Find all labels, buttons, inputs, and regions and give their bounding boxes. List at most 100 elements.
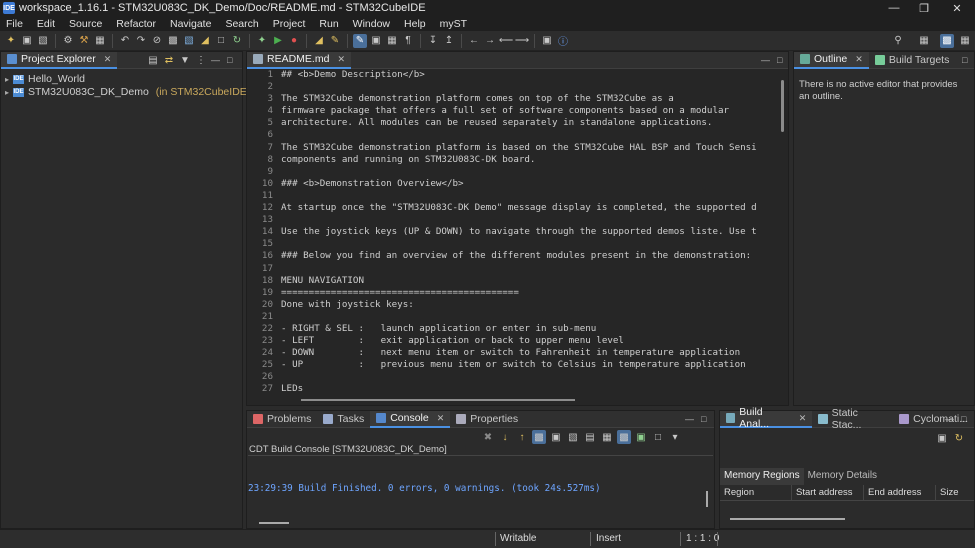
close-icon[interactable]: ✕ bbox=[855, 54, 863, 65]
close-icon[interactable]: ✕ bbox=[104, 54, 112, 65]
new-console-icon[interactable]: ▣ bbox=[634, 430, 648, 444]
menu-search[interactable]: Search bbox=[219, 18, 266, 30]
minimize-view-icon[interactable]: — bbox=[945, 414, 954, 424]
show-whitespace-icon[interactable]: ▦ bbox=[385, 34, 399, 48]
code-line[interactable] bbox=[281, 263, 772, 275]
word-wrap-icon[interactable]: ▤ bbox=[583, 430, 597, 444]
code-line[interactable]: firmware package that offers a full set … bbox=[281, 105, 772, 117]
code-line[interactable]: MENU NAVIGATION bbox=[281, 275, 772, 287]
maximize-view-icon[interactable]: □ bbox=[777, 55, 782, 65]
tab-build-targets[interactable]: Build Targets bbox=[869, 52, 956, 69]
prev-annotation-icon[interactable]: ↥ bbox=[442, 34, 456, 48]
close-icon[interactable]: ✕ bbox=[337, 54, 345, 65]
nav-forward-icon[interactable]: ⟶ bbox=[515, 34, 529, 48]
scroll-lock-icon[interactable]: ▩ bbox=[532, 430, 546, 444]
open-icon[interactable]: ▣ bbox=[935, 431, 949, 445]
tab-properties[interactable]: Properties bbox=[450, 411, 524, 428]
chip-icon[interactable]: ▩ bbox=[166, 34, 180, 48]
menu-myst[interactable]: myST bbox=[434, 18, 475, 30]
tab-build-analyzer[interactable]: Build Anal... ✕ bbox=[720, 406, 813, 430]
code-line[interactable]: - RIGHT & SEL : launch application or en… bbox=[281, 323, 772, 335]
code-line[interactable]: The STM32Cube demonstration platform com… bbox=[281, 93, 772, 105]
code-line[interactable] bbox=[281, 214, 772, 226]
code-line[interactable] bbox=[281, 129, 772, 141]
device-config-icon[interactable]: ▦ bbox=[93, 34, 107, 48]
code-line[interactable]: ========================================… bbox=[281, 287, 772, 299]
nav-back-icon[interactable]: ⟵ bbox=[499, 34, 513, 48]
horizontal-scrollbar[interactable] bbox=[301, 399, 575, 401]
menu-source[interactable]: Source bbox=[63, 18, 110, 30]
terminal-icon[interactable]: ▧ bbox=[182, 34, 196, 48]
debug-icon[interactable]: ✦ bbox=[255, 34, 269, 48]
paragraph-icon[interactable]: ¶ bbox=[401, 34, 415, 48]
tab-project-explorer[interactable]: Project Explorer ✕ bbox=[1, 51, 118, 69]
search-icon[interactable]: ⚲ bbox=[891, 34, 905, 48]
maximize-view-icon[interactable]: □ bbox=[962, 55, 967, 65]
minimize-view-icon[interactable]: — bbox=[685, 414, 694, 424]
close-icon[interactable]: ✕ bbox=[437, 413, 445, 424]
gear-icon[interactable]: ⚙ bbox=[61, 34, 75, 48]
tree-item-demo[interactable]: ▸ IDE STM32U083C_DK_Demo (in STM32CubeID… bbox=[5, 86, 250, 99]
redo-icon[interactable]: ↷ bbox=[134, 34, 148, 48]
forward-icon[interactable]: → bbox=[483, 34, 497, 48]
menu-project[interactable]: Project bbox=[267, 18, 314, 30]
menu-window[interactable]: Window bbox=[347, 18, 398, 30]
open-folder-icon[interactable]: ◢ bbox=[312, 34, 326, 48]
code-line[interactable]: The STM32Cube demonstration platform is … bbox=[281, 142, 772, 154]
code-line[interactable] bbox=[281, 238, 772, 250]
tab-tasks[interactable]: Tasks bbox=[317, 411, 370, 428]
maximize-button[interactable]: ❐ bbox=[909, 0, 939, 16]
open-console-icon[interactable]: □ bbox=[651, 430, 665, 444]
open-perspective-icon[interactable]: ▣ bbox=[540, 34, 554, 48]
tree-item-hello-world[interactable]: ▸ IDE Hello_World bbox=[5, 73, 250, 86]
filter-icon[interactable]: ▼ bbox=[178, 53, 192, 67]
refresh-icon[interactable]: ↻ bbox=[230, 34, 244, 48]
console-vertical-scrollbar[interactable] bbox=[706, 491, 708, 507]
clear-console-icon[interactable]: ✖ bbox=[481, 430, 495, 444]
close-icon[interactable]: ✕ bbox=[799, 413, 807, 424]
minimize-view-icon[interactable]: — bbox=[761, 55, 770, 65]
code-line[interactable]: - UP : previous menu item or switch to C… bbox=[281, 359, 772, 371]
tab-problems[interactable]: Problems bbox=[247, 411, 317, 428]
save-icon[interactable]: ▣ bbox=[20, 34, 34, 48]
run-icon[interactable]: ▶ bbox=[271, 34, 285, 48]
maximize-view-icon[interactable]: □ bbox=[961, 414, 966, 424]
column-end-address[interactable]: End address bbox=[864, 484, 936, 501]
external-tools-icon[interactable]: ● bbox=[287, 34, 301, 48]
code-line[interactable] bbox=[281, 81, 772, 93]
copy-icon[interactable]: ▣ bbox=[549, 430, 563, 444]
code-line[interactable]: LEDs bbox=[281, 383, 772, 395]
new-icon[interactable]: ✦ bbox=[4, 34, 18, 48]
scroll-up-icon[interactable]: ↑ bbox=[515, 430, 529, 444]
back-icon[interactable]: ← bbox=[467, 34, 481, 48]
chevron-right-icon[interactable]: ▸ bbox=[5, 73, 9, 86]
close-button[interactable]: ✕ bbox=[942, 0, 972, 16]
console-view-menu-icon[interactable]: ▾ bbox=[668, 430, 682, 444]
maximize-view-icon[interactable]: □ bbox=[227, 55, 232, 65]
collapse-all-icon[interactable]: ▤ bbox=[146, 53, 160, 67]
menu-help[interactable]: Help bbox=[398, 18, 434, 30]
skip-icon[interactable]: ⊘ bbox=[150, 34, 164, 48]
build-hammer-icon[interactable]: ⚒ bbox=[77, 34, 91, 48]
next-annotation-icon[interactable]: ↧ bbox=[426, 34, 440, 48]
column-size[interactable]: Size bbox=[936, 485, 974, 501]
block-select-icon[interactable]: ▣ bbox=[369, 34, 383, 48]
perspective-icon[interactable]: ▦ bbox=[917, 34, 931, 48]
tab-memory-regions[interactable]: Memory Regions bbox=[720, 468, 804, 485]
debug-perspective-icon[interactable]: ▦ bbox=[958, 34, 972, 48]
menu-edit[interactable]: Edit bbox=[31, 18, 63, 30]
code-line[interactable]: Use the joystick keys (UP & DOWN) to nav… bbox=[281, 226, 772, 238]
maximize-view-icon[interactable]: □ bbox=[701, 414, 706, 424]
menu-file[interactable]: File bbox=[0, 18, 31, 30]
code-line[interactable] bbox=[281, 311, 772, 323]
pencil-icon[interactable]: ✎ bbox=[328, 34, 342, 48]
menu-navigate[interactable]: Navigate bbox=[164, 18, 219, 30]
tab-static-stack[interactable]: Static Stac... bbox=[812, 407, 893, 431]
code-line[interactable]: components and running on STM32U083C-DK … bbox=[281, 154, 772, 166]
code-line[interactable]: At startup once the "STM32U083C-DK Demo"… bbox=[281, 202, 772, 214]
scroll-down-icon[interactable]: ↓ bbox=[498, 430, 512, 444]
minimize-view-icon[interactable]: — bbox=[211, 55, 220, 65]
code-line[interactable]: architecture. All modules can be reused … bbox=[281, 117, 772, 129]
tab-console[interactable]: Console ✕ bbox=[370, 410, 451, 428]
menu-refactor[interactable]: Refactor bbox=[110, 18, 164, 30]
